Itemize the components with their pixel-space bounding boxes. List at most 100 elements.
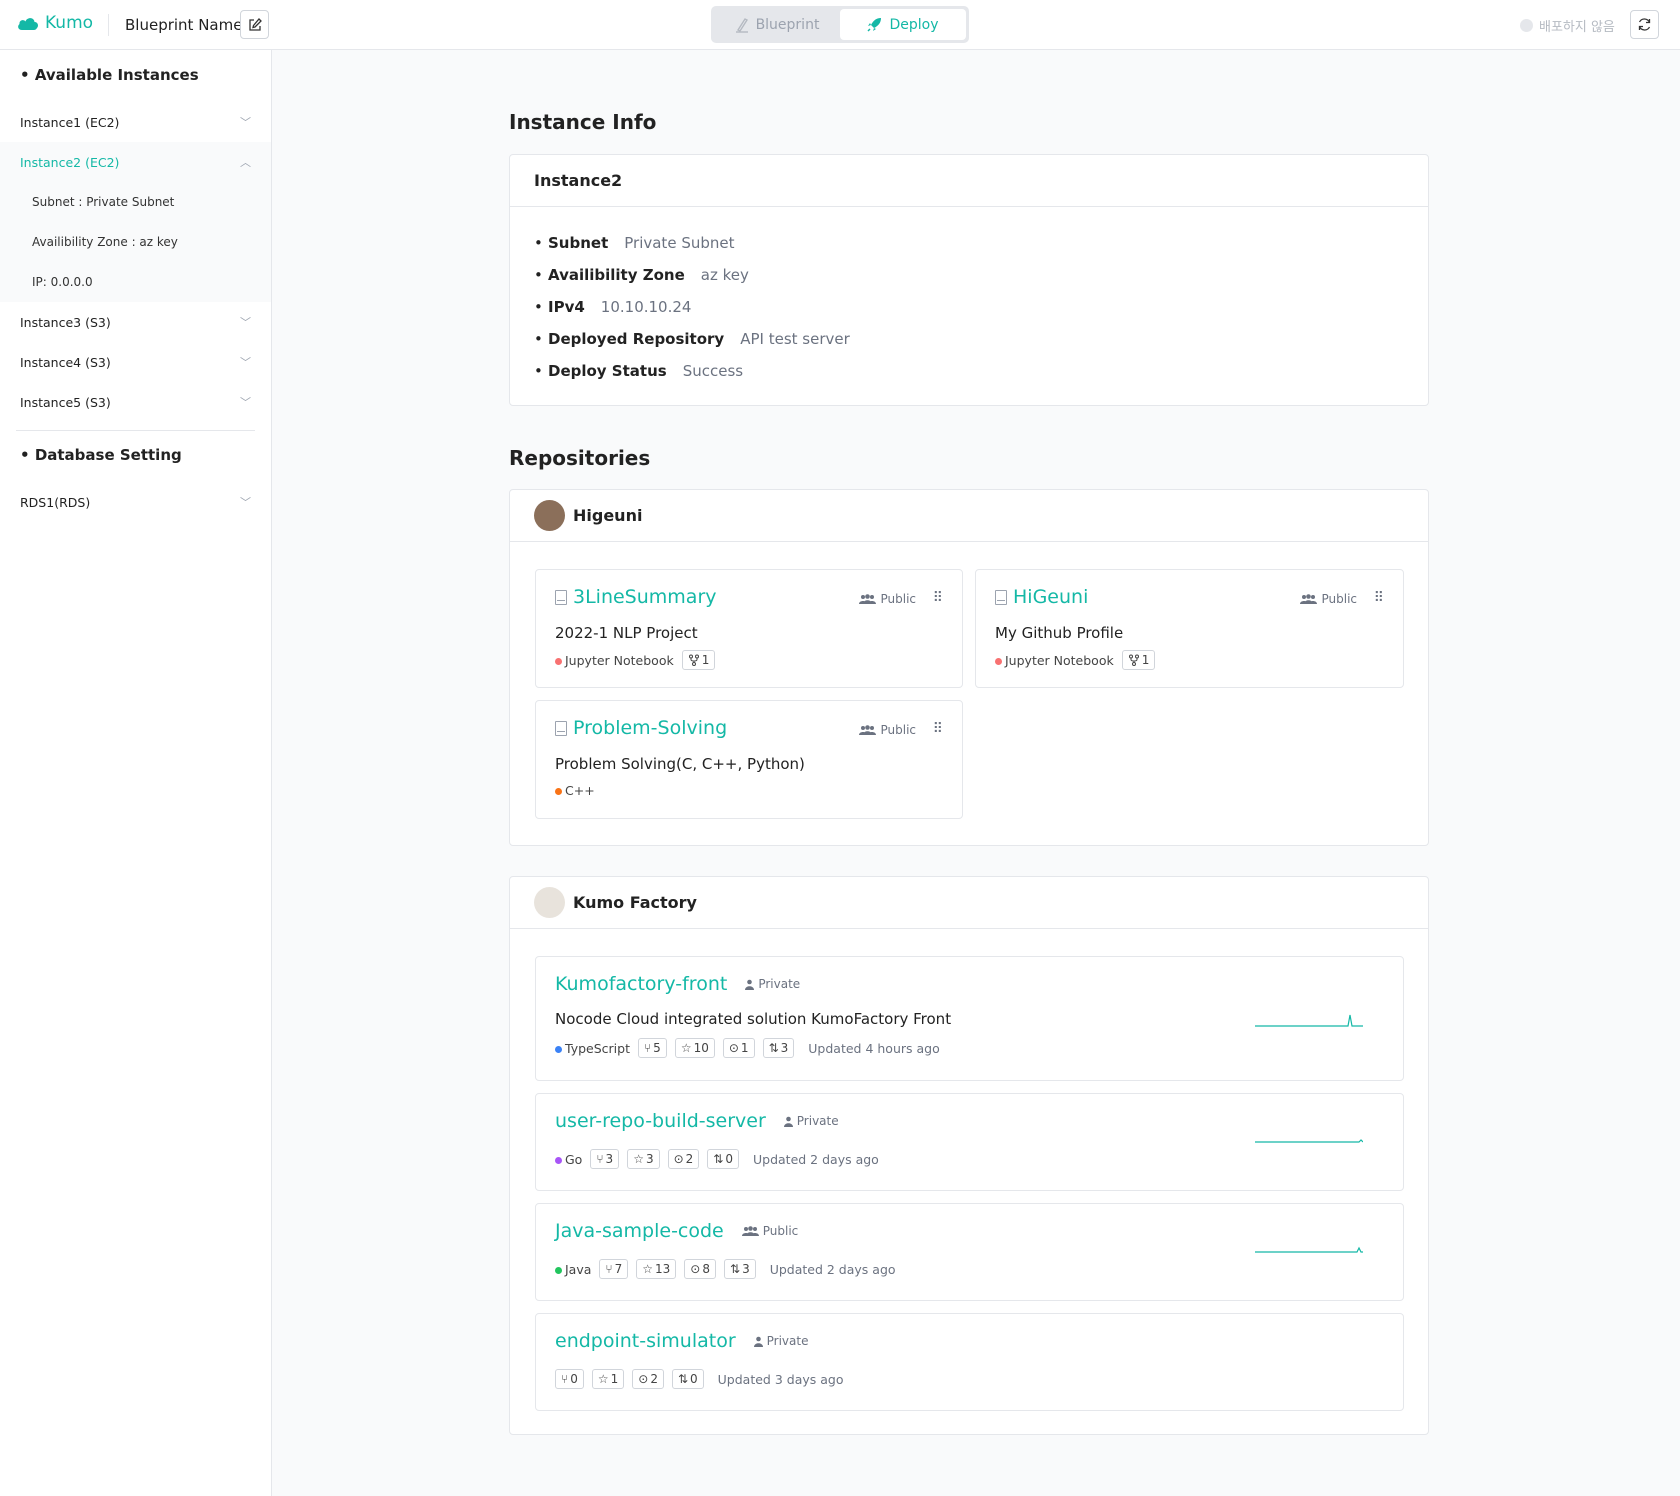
language: Jupyter Notebook [555, 653, 674, 668]
repo-row[interactable]: Java-sample-code Public Java ⑂ 7 ☆ 13 ⊙ 8 ⇅… [535, 1203, 1404, 1301]
repo-row[interactable]: endpoint-simulator Private ⑂ 0 ☆ 1 ⊙ 2 ⇅ 0 U… [535, 1313, 1404, 1411]
field-key: Deployed Repository [548, 330, 725, 348]
language-dot [555, 657, 562, 665]
tab-blueprint[interactable]: Blueprint [714, 9, 840, 40]
edit-name-button[interactable] [240, 10, 269, 39]
detail-text: Subnet : Private Subnet [32, 195, 175, 209]
issue-icon: ⊙ [690, 1262, 701, 1276]
stars-count: 13 [655, 1262, 671, 1276]
drag-handle-icon[interactable]: ⠿ [933, 590, 943, 606]
repo-name-link[interactable]: endpoint-simulator [555, 1330, 736, 1352]
repo-card[interactable]: Problem-Solving Public ⠿ Problem Solving… [535, 700, 963, 819]
forks-chip: ⑂ 5 [637, 1038, 667, 1058]
owner-card-kumo-factory: Kumo Factory Kumofactory-front Private N… [509, 876, 1429, 1435]
repo-description: My Github Profile [995, 624, 1124, 642]
stars-count: 10 [693, 1041, 709, 1055]
repo-title: 3LineSummary [555, 586, 717, 608]
repo-name-link[interactable]: Kumofactory-front [555, 973, 727, 995]
fork-icon: ⑂ [596, 1152, 604, 1166]
sidebar-item-label: Instance3 (S3) [20, 314, 111, 330]
visibility-badge: Private [753, 1334, 808, 1348]
instance-name: Instance2 [510, 155, 1428, 207]
repo-name-link[interactable]: HiGeuni [1013, 586, 1088, 608]
kumo-logo[interactable]: Kumo [17, 13, 93, 33]
refresh-icon [1638, 18, 1651, 31]
sidebar-item-instance5[interactable]: Instance5 (S3) ﹀ [0, 382, 271, 422]
owner-name: Kumo Factory [573, 893, 697, 912]
repositories-title: Repositories [509, 446, 651, 470]
repo-row[interactable]: user-repo-build-server Private Go ⑂ 3 ☆ 3 … [535, 1093, 1404, 1191]
repo-name-link[interactable]: Problem-Solving [573, 717, 727, 739]
activity-sparkline [1255, 1246, 1363, 1253]
instance-info-title: Instance Info [509, 110, 657, 134]
updated-text: Updated 3 days ago [717, 1371, 844, 1387]
sidebar-item-instance4[interactable]: Instance4 (S3) ﹀ [0, 342, 271, 382]
detail-text: Availibility Zone : az key [32, 235, 178, 249]
updated-text: Updated 2 days ago [753, 1151, 879, 1167]
sidebar-item-instance2[interactable]: Instance2 (EC2) ︿ [0, 142, 271, 182]
visibility-badge: Private [783, 1114, 839, 1128]
prs-count: 3 [780, 1041, 789, 1055]
forks-chip: 1 [681, 650, 716, 670]
database-heading-text: Database Setting [34, 446, 182, 464]
drag-handle-icon[interactable]: ⠿ [933, 721, 943, 737]
sidebar-item-instance1[interactable]: Instance1 (EC2) ﹀ [0, 102, 271, 142]
info-row-deploy-status: • Deploy Status Success [534, 362, 744, 380]
star-icon: ☆ [680, 1041, 692, 1055]
pull-request-icon: ⇅ [677, 1372, 689, 1386]
issues-chip: ⊙ 2 [667, 1149, 700, 1169]
issue-icon: ⊙ [638, 1372, 649, 1386]
owner-name: Higeuni [573, 506, 643, 525]
chevron-down-icon: ﹀ [240, 496, 251, 509]
repo-name-link[interactable]: Java-sample-code [555, 1220, 724, 1242]
language: Jupyter Notebook [995, 653, 1114, 668]
field-value: 10.10.10.24 [600, 298, 692, 316]
fork-icon: ⑂ [605, 1262, 613, 1276]
sidebar-item-rds1[interactable]: RDS1(RDS) ﹀ [0, 482, 271, 522]
forks-count: 1 [1141, 653, 1150, 667]
sidebar-item-instance3[interactable]: Instance3 (S3) ﹀ [0, 302, 271, 342]
stars-chip: ☆ 13 [636, 1259, 677, 1279]
issues-chip: ⊙ 1 [722, 1038, 755, 1058]
language-dot [995, 657, 1002, 665]
language-dot [555, 1045, 562, 1053]
info-row-az: • Availibility Zone az key [534, 266, 749, 284]
fork-icon: ⑂ [561, 1372, 569, 1386]
chevron-down-icon: ﹀ [240, 396, 251, 409]
forks-chip: ⑂ 0 [555, 1369, 584, 1389]
tab-deploy[interactable]: Deploy [840, 9, 966, 40]
sidebar-item-label: Instance5 (S3) [20, 394, 111, 410]
repo-name-link[interactable]: user-repo-build-server [555, 1110, 766, 1132]
pull-request-icon: ⇅ [730, 1262, 741, 1276]
people-icon [741, 1225, 759, 1236]
language-text: Jupyter Notebook [565, 652, 674, 668]
blueprint-name: Blueprint Name [125, 16, 243, 34]
repo-card[interactable]: HiGeuni Public ⠿ My Github Profile Jupyt… [975, 569, 1404, 688]
visibility-badge: Private [745, 977, 800, 991]
language-text: Java [565, 1261, 592, 1277]
repo-title: HiGeuni [995, 586, 1088, 608]
refresh-button[interactable] [1630, 10, 1659, 39]
sidebar-item-label: RDS1(RDS) [20, 494, 91, 510]
issues-count: 1 [740, 1041, 749, 1055]
avatar [534, 887, 565, 918]
repo-description: Problem Solving(C, C++, Python) [555, 755, 805, 773]
repo-book-icon [995, 589, 1007, 605]
rocket-icon [867, 18, 882, 32]
info-row-subnet: • Subnet Private Subnet [534, 234, 735, 252]
stars-count: 3 [645, 1152, 654, 1166]
drag-handle-icon[interactable]: ⠿ [1374, 590, 1384, 606]
repo-name-link[interactable]: 3LineSummary [573, 586, 717, 608]
detail-text: IP: 0.0.0.0 [32, 275, 93, 289]
repo-row[interactable]: Kumofactory-front Private Nocode Cloud i… [535, 956, 1404, 1081]
language-dot [555, 788, 562, 795]
issues-count: 2 [685, 1152, 694, 1166]
prs-count: 0 [690, 1372, 698, 1386]
logo-text: Kumo [45, 13, 94, 33]
repo-card[interactable]: 3LineSummary Public ⠿ 2022-1 NLP Project… [535, 569, 963, 688]
fork-icon [688, 654, 699, 666]
instance-detail-ip: IP: 0.0.0.0 [0, 262, 271, 302]
prs-count: 3 [742, 1262, 750, 1276]
forks-chip: ⑂ 7 [599, 1259, 629, 1279]
sidebar: • Available Instances Instance1 (EC2) ﹀ … [0, 50, 272, 1496]
